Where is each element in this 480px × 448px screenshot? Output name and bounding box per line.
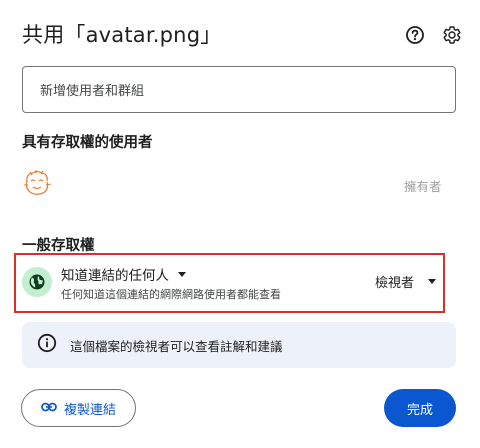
dialog-title: 共用「avatar.png」 [22, 23, 222, 47]
general-access-heading: 一般存取權 [22, 238, 95, 254]
chevron-down-icon [178, 271, 186, 277]
chevron-down-icon [428, 279, 437, 284]
help-icon[interactable] [404, 24, 426, 46]
gear-icon[interactable] [441, 24, 463, 46]
link-icon [41, 401, 57, 416]
share-dialog: 共用「avatar.png」 新增使用者和群組 具有存取權的使用者 擁有者 一般… [0, 0, 480, 448]
owner-avatar [20, 166, 54, 200]
general-access-description: 任何知道這個連結的網際網路使用者都能查看 [61, 288, 281, 301]
info-banner: 這個檔案的檢視者可以查看註解和建議 [22, 322, 456, 368]
done-button[interactable]: 完成 [384, 389, 456, 427]
add-people-input[interactable]: 新增使用者和群組 [22, 66, 456, 113]
info-text: 這個檔案的檢視者可以查看註解和建議 [70, 338, 283, 354]
info-icon [37, 333, 57, 357]
role-dropdown[interactable]: 檢視者 [375, 272, 437, 291]
globe-icon [22, 267, 52, 297]
copy-link-button[interactable]: 複製連結 [21, 389, 136, 427]
general-access-type-label: 知道連結的任何人 [61, 268, 169, 284]
copy-link-label: 複製連結 [63, 402, 116, 418]
done-label: 完成 [406, 402, 433, 418]
role-label: 檢視者 [375, 276, 415, 291]
general-access-type-dropdown[interactable]: 知道連結的任何人 [61, 264, 186, 284]
add-people-placeholder: 新增使用者和群組 [40, 84, 145, 99]
people-with-access-heading: 具有存取權的使用者 [22, 135, 153, 151]
owner-role-label: 擁有者 [404, 179, 442, 194]
